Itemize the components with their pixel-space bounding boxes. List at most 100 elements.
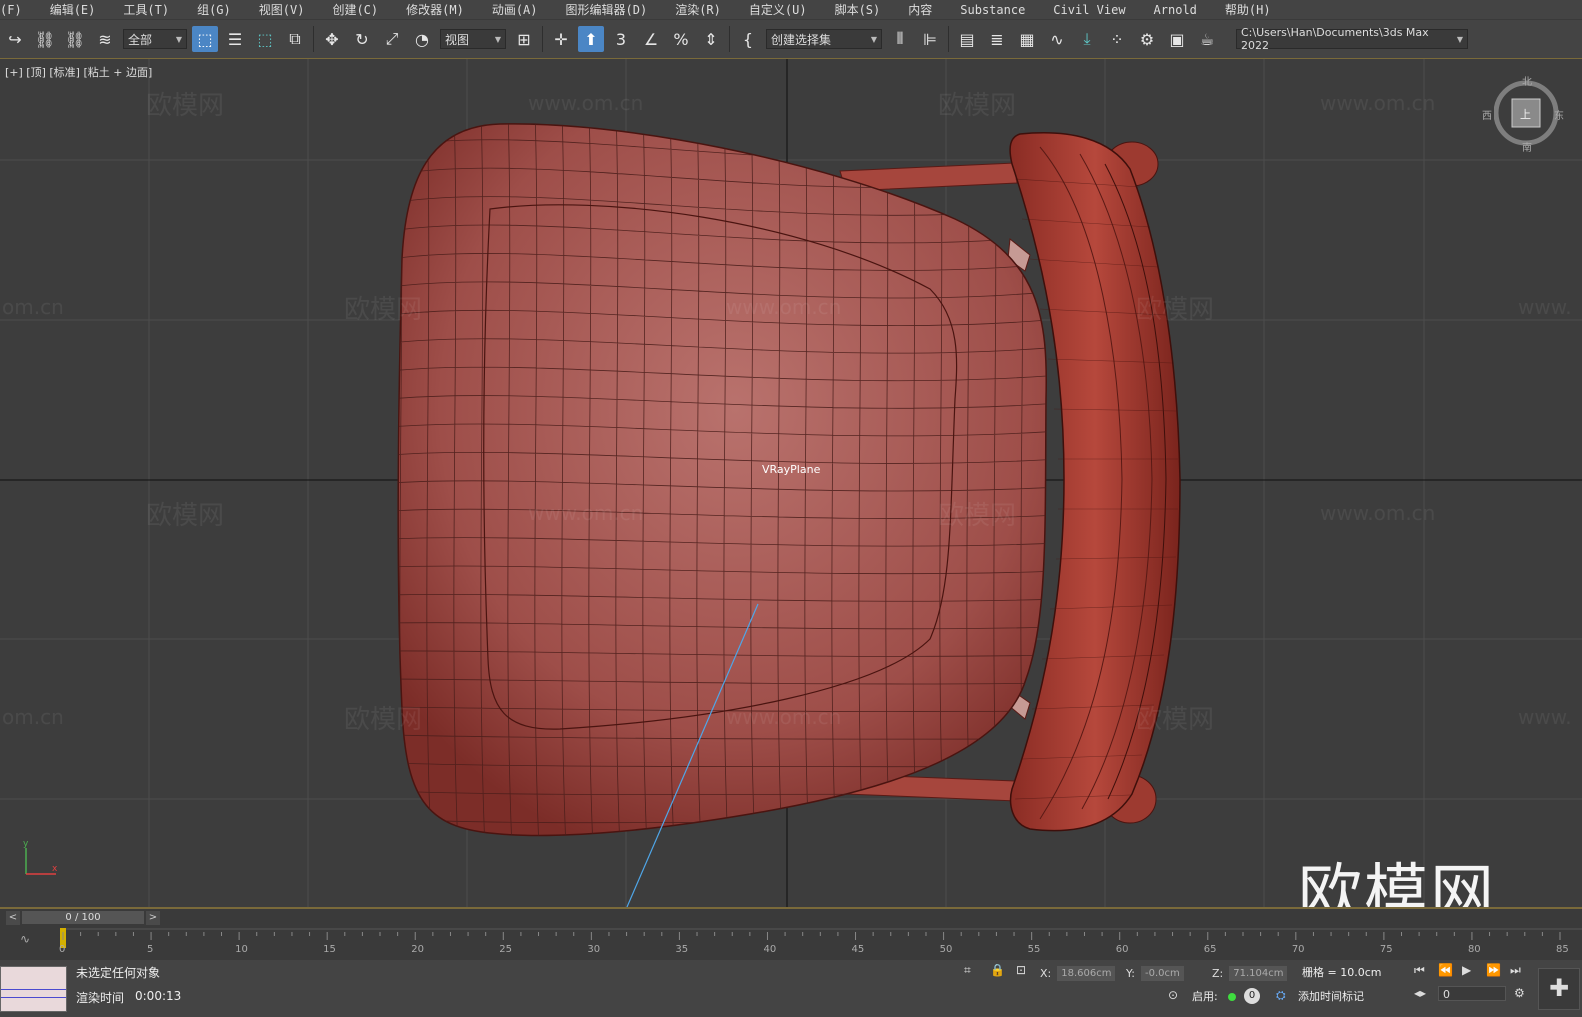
schematic-view-icon[interactable]: ⤓ (1074, 26, 1100, 52)
watermark: 欧模网 (1136, 705, 1215, 735)
unlink-icon[interactable]: ⛓ (62, 26, 88, 52)
add-time-tag[interactable]: 添加时间标记 (1298, 988, 1364, 1004)
project-path-dropdown[interactable]: C:\Users\Han\Documents\3ds Max 2022 ▼ (1236, 26, 1468, 52)
goto-start-icon[interactable]: ⏮ (1414, 963, 1425, 978)
maxscript-listener-mini[interactable] (0, 966, 67, 1012)
track-tick-label: 70 (1292, 944, 1305, 955)
menu-edit[interactable]: 编辑(E) (36, 1, 110, 18)
coord-z-field[interactable]: 71.104cm (1229, 965, 1288, 981)
menu-substance[interactable]: Substance (946, 3, 1039, 17)
menu-group[interactable]: 组(G) (183, 1, 245, 18)
place-icon[interactable]: ◔ (409, 26, 435, 52)
redo-icon[interactable]: ↪ (2, 26, 28, 52)
viewcube[interactable]: 北 南 东 西 上 (1482, 77, 1566, 154)
coord-x-field[interactable]: 18.606cm (1057, 965, 1116, 981)
selection-filter-dropdown[interactable]: 全部 ▼ (123, 29, 187, 49)
next-key-icon[interactable]: ⏩ (1486, 963, 1501, 977)
menu-graph-editors[interactable]: 图形编辑器(D) (552, 1, 662, 18)
menu-animation[interactable]: 动画(A) (478, 1, 552, 18)
link-icon[interactable]: ⛓ (32, 26, 58, 52)
track-bar[interactable]: ∿ 0 5 10 15 20 25 30 35 40 45 50 55 60 65 70 75 80 85 (0, 926, 1582, 960)
coord-y: Y: -0.0cm (1126, 965, 1184, 981)
prev-key-icon[interactable]: ⏪ (1438, 963, 1453, 977)
keyboard-shortcut-override-icon[interactable]: ⬆ (578, 26, 604, 52)
rendered-frame-icon[interactable]: ▣ (1164, 26, 1190, 52)
named-selection-dropdown[interactable]: 创建选择集 ▼ (766, 29, 882, 49)
time-config-icon[interactable]: ⚙ (1514, 986, 1525, 1000)
mirror-icon[interactable]: ⫴ (887, 26, 913, 52)
menu-tools[interactable]: 工具(T) (109, 1, 183, 18)
track-tick-label: 15 (323, 944, 336, 955)
viewport-label[interactable]: [+] [顶] [标准] [粘土 + 边面] (5, 64, 152, 80)
edit-named-sel-icon[interactable]: { (735, 26, 761, 52)
track-tick-label: 5 (147, 944, 153, 955)
curve-editor-icon[interactable]: ∿ (1044, 26, 1070, 52)
select-object-icon[interactable]: ⬚ (192, 26, 218, 52)
ref-coord-dropdown[interactable]: 视图 ▼ (440, 29, 506, 49)
window-crossing-icon[interactable]: ⧉ (282, 26, 308, 52)
menu-view[interactable]: 视图(V) (245, 1, 319, 18)
key-mode-icon[interactable]: ◂▸ (1414, 986, 1426, 1000)
ribbon-icon[interactable]: ▦ (1014, 26, 1040, 52)
svg-text:x: x (52, 864, 58, 874)
bind-spacewarp-icon[interactable]: ≋ (92, 26, 118, 52)
compass-north[interactable]: 北 (1522, 73, 1532, 88)
time-tag-icon[interactable]: ⛭ (1276, 988, 1286, 1003)
menu-civil-view[interactable]: Civil View (1039, 3, 1139, 17)
selection-lock-icon[interactable]: 🔒 (990, 963, 1005, 977)
layer-explorer-icon[interactable]: ▤ (954, 26, 980, 52)
scale-icon[interactable]: ⤢ (379, 26, 405, 52)
current-frame-field[interactable]: 0 (1438, 986, 1506, 1001)
prev-frame-button[interactable]: < (6, 910, 20, 925)
next-frame-button[interactable]: > (146, 910, 160, 925)
adaptive-degradation-icon[interactable]: ⊙ (1168, 988, 1178, 1002)
angle-snap-icon[interactable]: ∠ (638, 26, 664, 52)
select-manipulate-icon[interactable]: ✛ (548, 26, 574, 52)
snap-toggle-icon[interactable]: 3 (608, 26, 634, 52)
goto-end-icon[interactable]: ⏭ (1510, 963, 1521, 978)
compass-south[interactable]: 南 (1522, 139, 1532, 154)
menu-modifiers[interactable]: 修改器(M) (392, 1, 478, 18)
spinner-snap-icon[interactable]: ⇕ (698, 26, 724, 52)
menu-help[interactable]: 帮助(H) (1211, 1, 1285, 18)
time-slider-handle[interactable]: 0 / 100 (22, 911, 144, 924)
track-tick-label: 60 (1116, 944, 1129, 955)
zero-badge[interactable]: 0 (1244, 988, 1260, 1004)
brand-logo: 欧模网 (1298, 858, 1496, 907)
time-slider: < 0 / 100 > (0, 907, 1582, 926)
compass-west[interactable]: 西 (1482, 107, 1492, 122)
move-icon[interactable]: ✥ (319, 26, 345, 52)
play-icon[interactable]: ▶ (1462, 963, 1471, 977)
compass-east[interactable]: 东 (1554, 107, 1564, 122)
menu-scripting[interactable]: 脚本(S) (821, 1, 895, 18)
render-setup-icon[interactable]: ⚙ (1134, 26, 1160, 52)
render-production-icon[interactable]: ☕ (1194, 26, 1220, 52)
watermark: www.om.cn (726, 295, 842, 319)
menu-content[interactable]: 内容 (894, 1, 946, 18)
absolute-mode-icon[interactable]: ⊡ (1016, 963, 1026, 977)
track-tick-label: 20 (411, 944, 424, 955)
rotate-icon[interactable]: ↻ (349, 26, 375, 52)
menu-arnold[interactable]: Arnold (1140, 3, 1211, 17)
select-by-name-icon[interactable]: ☰ (222, 26, 248, 52)
menu-customize[interactable]: 自定义(U) (735, 1, 821, 18)
menu-file[interactable]: (F) (0, 3, 36, 17)
menu-create[interactable]: 创建(C) (318, 1, 392, 18)
percent-snap-icon[interactable]: % (668, 26, 694, 52)
toolbar-divider (542, 26, 543, 52)
rect-selection-icon[interactable]: ⬚ (252, 26, 278, 52)
toolbar-divider (948, 26, 949, 52)
coord-x: X: 18.606cm (1040, 965, 1116, 981)
menu-rendering[interactable]: 渲染(R) (661, 1, 735, 18)
isolate-selection-icon[interactable]: ⌗ (964, 963, 971, 978)
viewcube-face-top[interactable]: 上 (1520, 106, 1531, 122)
pivot-center-icon[interactable]: ⊞ (511, 26, 537, 52)
coord-y-field[interactable]: -0.0cm (1140, 965, 1184, 981)
chair-seat (397, 123, 1047, 837)
align-icon[interactable]: ⊫ (917, 26, 943, 52)
track-tick-label: 75 (1380, 944, 1393, 955)
viewport-nav-button[interactable]: ✚ (1538, 968, 1580, 1010)
material-editor-icon[interactable]: ⁘ (1104, 26, 1130, 52)
scene-explorer-icon[interactable]: ≣ (984, 26, 1010, 52)
top-viewport[interactable]: y x [+] [顶] [标准] [粘土 + 边面] VRayPlane 欧模网… (0, 59, 1582, 907)
